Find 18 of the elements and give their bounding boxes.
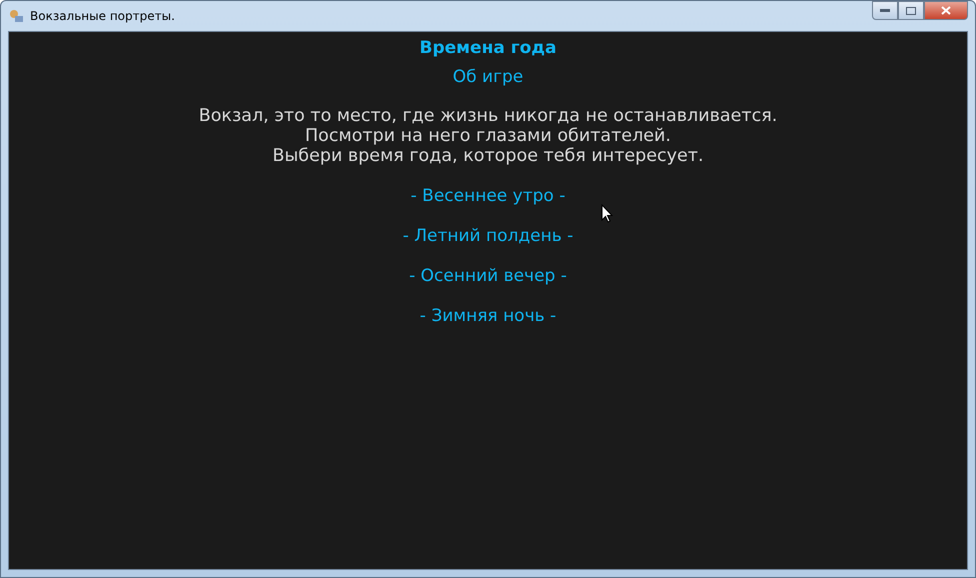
window-title: Вокзальные портреты. bbox=[30, 9, 176, 23]
menu-heading: Времена года bbox=[420, 38, 556, 58]
minimize-icon bbox=[880, 8, 890, 12]
intro-line: Посмотри на него глазами обитателей. bbox=[305, 126, 671, 146]
intro-line: Выбери время года, которое тебя интересует. bbox=[272, 146, 704, 166]
minimize-button[interactable] bbox=[872, 1, 898, 20]
season-link[interactable]: - Осенний вечер - bbox=[409, 265, 567, 288]
season-link[interactable]: - Зимняя ночь - bbox=[420, 305, 556, 328]
about-link[interactable]: Об игре bbox=[452, 67, 524, 87]
mouse-pointer-icon bbox=[601, 204, 613, 223]
app-icon bbox=[8, 8, 24, 24]
season-link[interactable]: - Весеннее утро - bbox=[410, 185, 566, 208]
maximize-button[interactable] bbox=[898, 1, 924, 20]
maximize-icon bbox=[906, 6, 916, 14]
season-link[interactable]: - Летний полдень - bbox=[402, 225, 574, 248]
intro-line: Вокзал, это то место, где жизнь никогда не останавливается. bbox=[198, 106, 778, 126]
close-button[interactable] bbox=[924, 1, 968, 20]
close-icon bbox=[941, 6, 951, 15]
